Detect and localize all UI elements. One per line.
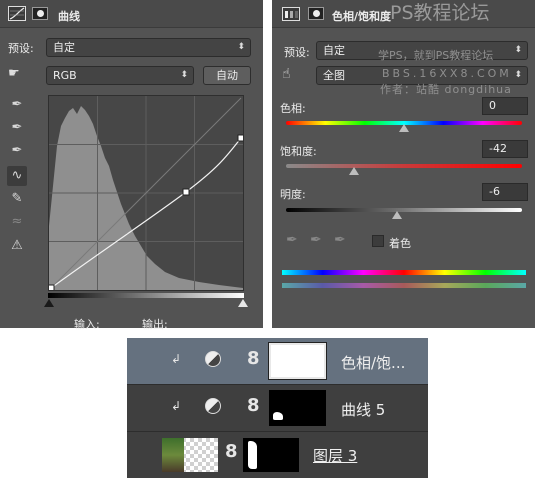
dropdown-arrow-icon: ⬍: [514, 45, 522, 55]
channel-value: RGB: [53, 69, 77, 82]
channel-dropdown[interactable]: RGB ⬍: [46, 66, 194, 85]
adjustment-circle-icon: [205, 351, 221, 367]
layer-name[interactable]: 图层 3: [313, 445, 357, 466]
curves-preset-dropdown[interactable]: 自定 ⬍: [46, 38, 251, 57]
black-point-eyedropper-icon[interactable]: ✒: [7, 141, 27, 161]
eyedropper-minus-icon[interactable]: ✒: [334, 232, 346, 248]
curves-adjustment-icon: [8, 6, 26, 21]
chain-link-icon[interactable]: 8: [247, 348, 260, 369]
layer-image-thumbnail[interactable]: [162, 438, 218, 472]
curve-edit-icon[interactable]: ∿: [7, 166, 27, 186]
layer-name[interactable]: 色相/饱...: [341, 352, 405, 373]
layer-mask-thumbnail[interactable]: [243, 438, 299, 472]
targeted-adjust-icon[interactable]: ☛: [8, 66, 30, 84]
colorize-checkbox[interactable]: [372, 235, 384, 247]
saturation-slider-thumb[interactable]: [349, 167, 359, 175]
gray-point-eyedropper-icon[interactable]: ✒: [7, 118, 27, 138]
saturation-label: 饱和度:: [280, 145, 317, 158]
layer-mask-thumbnail[interactable]: [268, 342, 327, 380]
hue-slider-thumb[interactable]: [399, 124, 409, 132]
input-label: 输入:: [74, 318, 100, 331]
eyedropper-icon[interactable]: ✒: [286, 232, 298, 248]
curve-point: [49, 284, 55, 290]
dropdown-arrow-icon: ⬍: [237, 42, 245, 52]
hue-sat-preset-label: 预设:: [284, 46, 310, 59]
chain-link-icon[interactable]: 8: [225, 441, 238, 462]
result-spectrum-bar: [282, 283, 526, 288]
colorize-label: 着色: [389, 237, 411, 250]
lightness-label: 明度:: [280, 188, 306, 201]
layer-mask-icon[interactable]: [32, 7, 48, 20]
watermark-slogan: 学PS，就到PS教程论坛: [378, 49, 494, 62]
curves-panel: 曲线 预设: 自定 ⬍ ☛ RGB ⬍ 自动 ✒ ✒ ✒ ∿ ✎ ≈ ⚠ 输入:…: [0, 0, 263, 331]
hue-sat-title: 色相/饱和度: [332, 10, 392, 23]
watermark-author: 作者：站酷 dongdihua: [380, 83, 512, 96]
auto-button[interactable]: 自动: [203, 66, 251, 85]
curve-graph[interactable]: [48, 95, 244, 291]
eyedropper-plus-icon[interactable]: ✒: [310, 232, 322, 248]
white-point-slider[interactable]: [238, 299, 248, 307]
hue-sat-preset-value: 自定: [323, 44, 345, 57]
smooth-icon[interactable]: ≈: [7, 212, 27, 232]
layer-row[interactable]: 8 图层 3: [127, 432, 428, 478]
curve-point: [182, 188, 190, 196]
clip-arrow-icon: ↲: [171, 399, 182, 413]
hue-input[interactable]: 0: [482, 97, 528, 115]
lightness-slider-thumb[interactable]: [392, 211, 402, 219]
curves-title: 曲线: [58, 10, 80, 23]
targeted-adjust-icon[interactable]: ☝: [282, 66, 304, 84]
range-value: 全图: [323, 69, 345, 82]
input-gradient-bar: [48, 293, 244, 298]
layers-panel: ↲ 8 色相/饱... ↲ 8 曲线 5 8 图层 3: [127, 338, 428, 478]
source-spectrum-bar: [282, 270, 526, 275]
curves-preset-value: 自定: [53, 41, 75, 54]
layer-mask-thumbnail[interactable]: [269, 390, 326, 426]
saturation-slider-track[interactable]: [286, 164, 522, 168]
dropdown-arrow-icon: ⬍: [180, 70, 188, 80]
layer-mask-icon[interactable]: [308, 7, 324, 20]
curves-header: 曲线: [0, 0, 263, 28]
saturation-input[interactable]: -42: [482, 140, 528, 158]
layer-row[interactable]: ↲ 8 色相/饱...: [127, 338, 428, 385]
watermark-url: BBS.16XX8.COM: [382, 67, 512, 80]
dropdown-arrow-icon: ⬍: [514, 70, 522, 80]
hue-sat-adjustment-icon: [282, 7, 300, 21]
clip-arrow-icon: ↲: [171, 352, 182, 366]
curve-point: [237, 134, 243, 142]
chain-link-icon[interactable]: 8: [247, 395, 260, 416]
lightness-slider-track[interactable]: [286, 208, 522, 212]
watermark-title: PS教程论坛: [390, 2, 490, 24]
pencil-icon[interactable]: ✎: [7, 189, 27, 209]
output-label: 输出:: [142, 318, 168, 331]
hue-label: 色相:: [280, 102, 306, 115]
curves-preset-label: 预设:: [8, 42, 34, 55]
lightness-input[interactable]: -6: [482, 183, 528, 201]
layer-name[interactable]: 曲线 5: [341, 399, 385, 420]
layer-row[interactable]: ↲ 8 曲线 5: [127, 385, 428, 432]
black-point-slider[interactable]: [44, 299, 54, 307]
clipping-warning-icon[interactable]: ⚠: [7, 236, 27, 256]
white-point-eyedropper-icon[interactable]: ✒: [7, 95, 27, 115]
curve-svg: [49, 96, 243, 290]
hue-saturation-panel: 色相/饱和度 预设: 自定 ⬍ ☝ 全图 ⬍ PS教程论坛 学PS，就到PS教程…: [272, 0, 535, 328]
adjustment-circle-icon: [205, 398, 221, 414]
